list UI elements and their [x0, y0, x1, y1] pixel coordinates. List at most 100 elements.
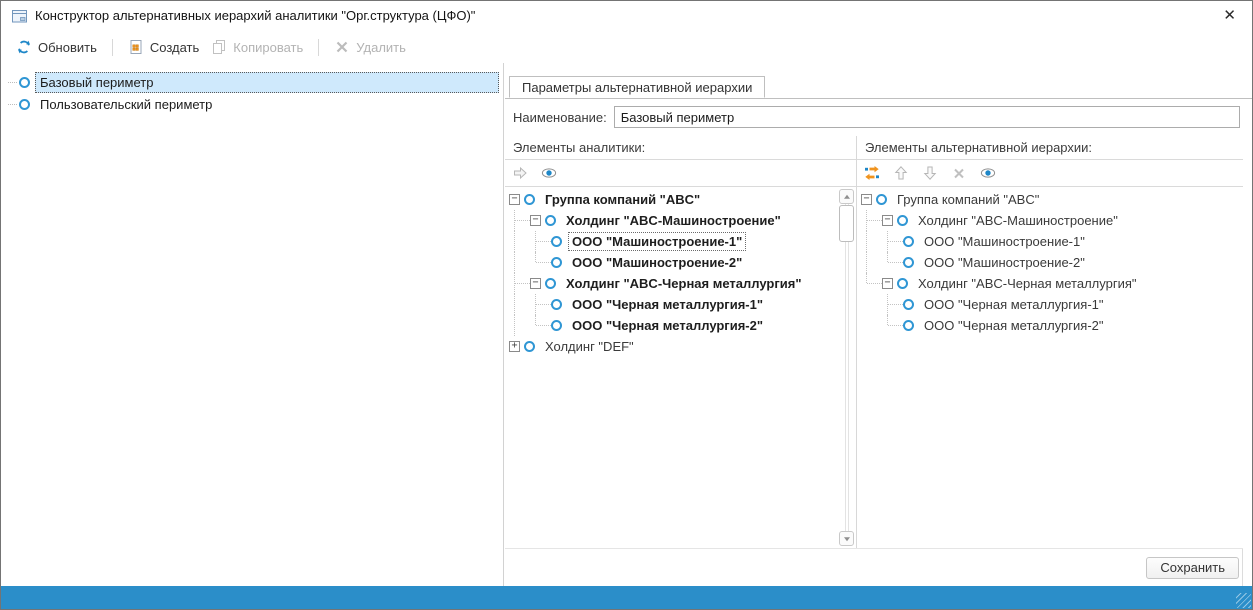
- tree-guide: [509, 252, 530, 273]
- expand-toggle[interactable]: −: [530, 278, 541, 289]
- tree-node-label: ООО "Черная металлургия-2": [924, 318, 1104, 333]
- tree-row[interactable]: + Холдинг "DEF": [509, 336, 856, 357]
- node-circle-icon: [545, 215, 556, 226]
- remove-icon: [951, 165, 967, 181]
- analytics-panel: Элементы аналитики: − Группа компаний "AB…: [505, 136, 857, 548]
- tree-node-label: ООО "Машиностроение-1": [568, 232, 747, 251]
- hierarchy-tree: − Группа компаний "ABC" − Холдинг "ABC-Маши…: [857, 187, 1243, 548]
- tree-node-label: ООО "Машиностроение-2": [924, 255, 1085, 270]
- swap-icon[interactable]: [864, 165, 880, 181]
- copy-icon: [211, 39, 227, 55]
- delete-button-label: Удалить: [356, 39, 406, 55]
- toolbar-separator: [111, 38, 113, 56]
- tree-row[interactable]: ООО "Черная металлургия-2": [861, 315, 1243, 336]
- tree-node-label: Группа компаний "ABC": [545, 192, 701, 207]
- tab-bar: Параметры альтернативной иерархии: [505, 76, 1252, 99]
- tree-row[interactable]: − Холдинг "ABC-Черная металлургия": [509, 273, 856, 294]
- tree-guide: [861, 273, 882, 294]
- create-button[interactable]: Создать: [122, 36, 205, 58]
- tree-node-label: ООО "Черная металлургия-2": [572, 318, 764, 333]
- node-circle-icon: [897, 215, 908, 226]
- expand-toggle[interactable]: −: [882, 215, 893, 226]
- tree-row[interactable]: − Группа компаний "ABC": [509, 189, 856, 210]
- node-circle-icon: [551, 257, 562, 268]
- hierarchy-panel: Элементы альтернативной иерархии: − Групп…: [857, 136, 1243, 548]
- tree-node-label: Группа компаний "ABC": [897, 192, 1040, 207]
- move-right-icon: [512, 165, 528, 181]
- tree-guide: [509, 294, 530, 315]
- tree-guide: [530, 294, 551, 315]
- delete-icon: [334, 39, 350, 55]
- tree-row[interactable]: − Холдинг "ABC-Черная металлургия": [861, 273, 1243, 294]
- hierarchy-header: Элементы альтернативной иерархии:: [857, 136, 1243, 160]
- scrollbar-thumb[interactable]: [839, 205, 854, 242]
- tree-row[interactable]: ООО "Машиностроение-2": [861, 252, 1243, 273]
- tree-row[interactable]: ООО "Черная металлургия-1": [861, 294, 1243, 315]
- tree-row[interactable]: ООО "Машиностроение-2": [509, 252, 856, 273]
- perimeter-item[interactable]: Пользовательский периметр: [1, 93, 503, 115]
- create-icon: [128, 39, 144, 55]
- toolbar-separator: [318, 38, 320, 56]
- tree-panels: Элементы аналитики: − Группа компаний "AB…: [505, 136, 1243, 549]
- scrollbar-up-button[interactable]: [839, 189, 854, 204]
- tree-guide: [882, 231, 903, 252]
- tree-guide: [861, 231, 882, 252]
- node-circle-icon: [903, 299, 914, 310]
- refresh-button[interactable]: Обновить: [10, 36, 103, 58]
- refresh-button-label: Обновить: [38, 39, 97, 55]
- tree-node-label: ООО "Машиностроение-1": [924, 234, 1085, 249]
- analytics-header: Элементы аналитики:: [505, 136, 856, 160]
- perimeter-item[interactable]: Базовый периметр: [1, 71, 503, 93]
- tree-node-label: ООО "Черная металлургия-1": [572, 297, 764, 312]
- tree-row[interactable]: ООО "Черная металлургия-2": [509, 315, 856, 336]
- form-window-icon: [11, 8, 28, 25]
- tree-guide: [882, 252, 903, 273]
- delete-button: Удалить: [328, 36, 412, 58]
- title-bar: Конструктор альтернативных иерархий анал…: [1, 1, 1252, 31]
- status-bar: [1, 586, 1252, 609]
- tree-row[interactable]: ООО "Машиностроение-1": [509, 231, 856, 252]
- node-circle-icon: [903, 320, 914, 331]
- tree-node-label: Холдинг "ABC-Черная металлургия": [918, 276, 1137, 291]
- node-circle-icon: [545, 278, 556, 289]
- node-circle-icon: [19, 76, 30, 88]
- scrollbar-down-button[interactable]: [839, 531, 854, 546]
- expand-toggle[interactable]: −: [530, 215, 541, 226]
- expand-toggle[interactable]: −: [882, 278, 893, 289]
- tree-row[interactable]: ООО "Черная металлургия-1": [509, 294, 856, 315]
- node-circle-icon: [551, 320, 562, 331]
- name-input[interactable]: [613, 106, 1240, 128]
- save-button[interactable]: Сохранить: [1146, 556, 1239, 579]
- resize-grip[interactable]: [1236, 593, 1251, 608]
- expand-toggle[interactable]: +: [509, 341, 520, 352]
- tree-row[interactable]: − Холдинг "ABC-Машиностроение": [861, 210, 1243, 231]
- app-window: Конструктор альтернативных иерархий анал…: [0, 0, 1253, 610]
- eye-icon[interactable]: [980, 165, 996, 181]
- expand-toggle[interactable]: −: [861, 194, 872, 205]
- expand-toggle[interactable]: −: [509, 194, 520, 205]
- analytics-toolbar: [505, 160, 856, 187]
- eye-icon[interactable]: [541, 165, 557, 181]
- tree-guide: [882, 315, 903, 336]
- scrollbar: [839, 189, 854, 546]
- perimeter-list: Базовый периметр Пользовательский перимет…: [1, 63, 504, 586]
- tree-line: [8, 103, 17, 105]
- tree-guide: [509, 210, 530, 231]
- footer-row: Сохранить: [505, 549, 1243, 586]
- tree-node-label: Холдинг "DEF": [545, 339, 634, 354]
- perimeter-item-label: Пользовательский периметр: [40, 96, 213, 112]
- tab-parameters[interactable]: Параметры альтернативной иерархии: [509, 76, 766, 98]
- node-circle-icon: [524, 341, 535, 352]
- node-circle-icon: [551, 236, 562, 247]
- scrollbar-track[interactable]: [844, 204, 849, 531]
- tree-row[interactable]: ООО "Машиностроение-1": [861, 231, 1243, 252]
- copy-button-label: Копировать: [233, 39, 304, 55]
- node-circle-icon: [551, 299, 562, 310]
- close-button[interactable]: ✕: [1219, 1, 1240, 31]
- node-circle-icon: [903, 257, 914, 268]
- node-circle-icon: [876, 194, 887, 205]
- tree-guide: [861, 252, 882, 273]
- tree-row[interactable]: − Группа компаний "ABC": [861, 189, 1243, 210]
- tree-guide: [861, 294, 882, 315]
- tree-row[interactable]: − Холдинг "ABC-Машиностроение": [509, 210, 856, 231]
